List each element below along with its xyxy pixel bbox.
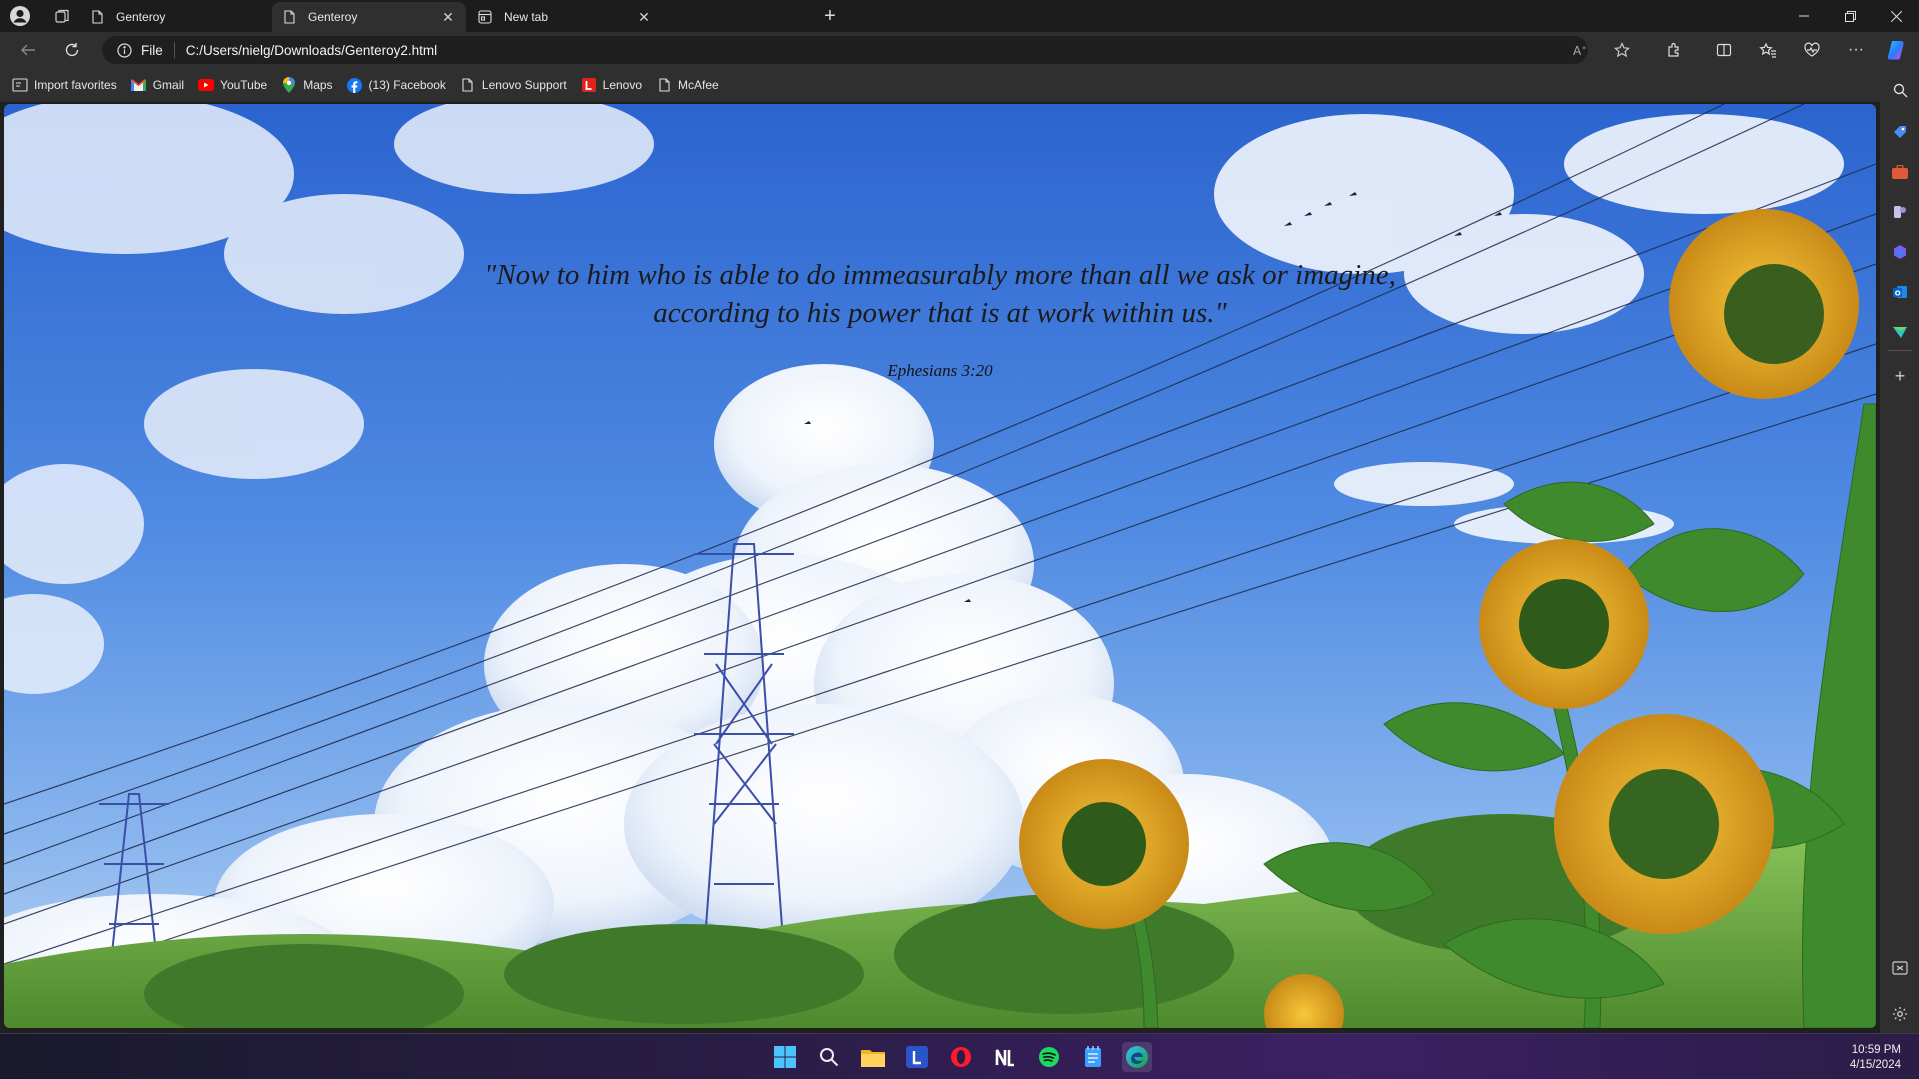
file-explorer-icon[interactable]	[858, 1042, 888, 1072]
games-icon[interactable]	[1888, 200, 1912, 224]
bookmark-mcafee[interactable]: McAfee	[656, 77, 719, 93]
edge-sidebar: O +	[1880, 68, 1919, 1033]
shopping-tag-icon[interactable]	[1888, 120, 1912, 144]
new-tab-plus-icon[interactable]: +	[818, 4, 842, 28]
restore-button[interactable]	[1827, 0, 1873, 32]
page-icon	[656, 77, 672, 93]
url-text[interactable]: C:/Users/nielg/Downloads/Genteroy2.html	[186, 43, 437, 58]
tools-briefcase-icon[interactable]	[1888, 160, 1912, 184]
tab-new-tab[interactable]: New tab ✕	[468, 2, 662, 32]
bookmark-label: (13) Facebook	[368, 78, 446, 92]
favorite-star-icon[interactable]	[1608, 36, 1636, 64]
bookmark-label: Gmail	[152, 78, 185, 92]
bookmark-label: Import favorites	[34, 78, 117, 92]
bookmark-label: Maps	[303, 78, 333, 92]
divider	[1888, 350, 1912, 351]
system-clock[interactable]: 10:59 PM 4/15/2024	[1850, 1043, 1901, 1073]
microsoft-365-icon[interactable]	[1888, 240, 1912, 264]
extensions-icon[interactable]	[1660, 36, 1688, 64]
tab-title: Genteroy	[308, 10, 358, 24]
workspaces-icon[interactable]	[50, 4, 74, 28]
address-bar[interactable]: File C:/Users/nielg/Downloads/Genteroy2.…	[102, 36, 1588, 64]
drop-send-icon[interactable]	[1888, 320, 1912, 344]
bookmark-lenovo[interactable]: Lenovo	[581, 77, 642, 93]
divider	[173, 42, 175, 58]
profile-avatar-icon[interactable]	[8, 4, 32, 28]
tab-genteroy-2[interactable]: Genteroy ✕	[272, 2, 466, 32]
bookmark-facebook[interactable]: (13) Facebook	[347, 77, 446, 93]
spotify-icon[interactable]	[1034, 1042, 1064, 1072]
lenovo-icon	[581, 77, 597, 93]
page-icon	[460, 77, 476, 93]
refresh-button[interactable]	[58, 36, 86, 64]
favorites-icon[interactable]	[1754, 36, 1782, 64]
gmail-icon	[131, 77, 147, 93]
bookmark-label: Lenovo Support	[481, 78, 567, 92]
page-viewport: "Now to him who is able to do immeasurab…	[4, 104, 1876, 1028]
svg-text:»: »	[1582, 44, 1586, 52]
close-window-button[interactable]	[1873, 0, 1919, 32]
sidebar-settings-gear-icon[interactable]	[1888, 1002, 1912, 1026]
sky-sunflower-background	[4, 104, 1876, 1028]
svg-text:A: A	[1573, 44, 1582, 57]
search-icon[interactable]	[1888, 78, 1912, 102]
back-button[interactable]	[14, 36, 42, 64]
minimize-button[interactable]	[1781, 0, 1827, 32]
close-tab-icon[interactable]: ✕	[440, 9, 456, 25]
favorites-bar: Import favorites Gmail YouTube Maps (13)…	[0, 68, 1919, 102]
opera-browser-icon[interactable]	[946, 1042, 976, 1072]
notepad-icon[interactable]	[1078, 1042, 1108, 1072]
site-info-icon[interactable]	[116, 42, 132, 58]
tab-title: New tab	[504, 10, 549, 24]
outlook-icon[interactable]: O	[1888, 280, 1912, 304]
bookmark-import-favorites[interactable]: Import favorites	[12, 77, 117, 93]
page-icon	[90, 10, 104, 24]
tab-title: Genteroy	[116, 10, 166, 24]
quote-line-1: "Now to him who is able to do immeasurab…	[484, 259, 1396, 291]
quote-line-2: according to his power that is at work w…	[653, 297, 1227, 329]
lenovo-vantage-icon[interactable]	[902, 1042, 932, 1072]
browser-title-bar: Genteroy ✕ Genteroy ✕ New tab ✕ +	[0, 0, 1919, 32]
bookmark-label: McAfee	[678, 78, 719, 92]
windows-start-icon[interactable]	[770, 1042, 800, 1072]
clock-date: 4/15/2024	[1849, 1059, 1901, 1071]
import-icon	[12, 77, 28, 93]
hide-sidebar-icon[interactable]	[1888, 956, 1912, 980]
bookmark-lenovo-support[interactable]: Lenovo Support	[460, 77, 567, 93]
browser-essentials-icon[interactable]	[1798, 36, 1826, 64]
bookmark-maps[interactable]: Maps	[281, 77, 333, 93]
youtube-icon	[198, 77, 215, 93]
bookmark-youtube[interactable]: YouTube	[198, 77, 267, 93]
new-tab-page-icon	[478, 10, 492, 24]
scripture-quote: "Now to him who is able to do immeasurab…	[4, 256, 1876, 332]
browser-toolbar: File C:/Users/nielg/Downloads/Genteroy2.…	[0, 32, 1919, 68]
url-scheme-label: File	[141, 42, 163, 58]
facebook-icon	[347, 77, 363, 93]
edge-browser-icon[interactable]	[1122, 1042, 1152, 1072]
copilot-icon[interactable]	[1883, 36, 1911, 64]
notion-style-app-icon[interactable]	[990, 1042, 1020, 1072]
page-icon	[282, 10, 296, 24]
add-sidebar-app-icon[interactable]: +	[1888, 364, 1912, 388]
bookmark-gmail[interactable]: Gmail	[131, 77, 184, 93]
read-aloud-icon[interactable]: A»	[1568, 36, 1596, 64]
taskbar-search-icon[interactable]	[814, 1042, 844, 1072]
svg-text:O: O	[1895, 290, 1901, 298]
clock-time: 10:59 PM	[1851, 1044, 1901, 1056]
bookmark-label: YouTube	[220, 78, 268, 92]
windows-taskbar: 10:59 PM 4/15/2024	[0, 1033, 1919, 1079]
bookmark-label: Lenovo	[602, 78, 643, 92]
maps-icon	[281, 77, 297, 93]
scripture-citation: Ephesians 3:20	[887, 361, 993, 380]
split-screen-icon[interactable]	[1710, 36, 1738, 64]
close-tab-icon[interactable]: ✕	[636, 9, 652, 25]
settings-and-more-icon[interactable]: ···	[1842, 36, 1870, 64]
